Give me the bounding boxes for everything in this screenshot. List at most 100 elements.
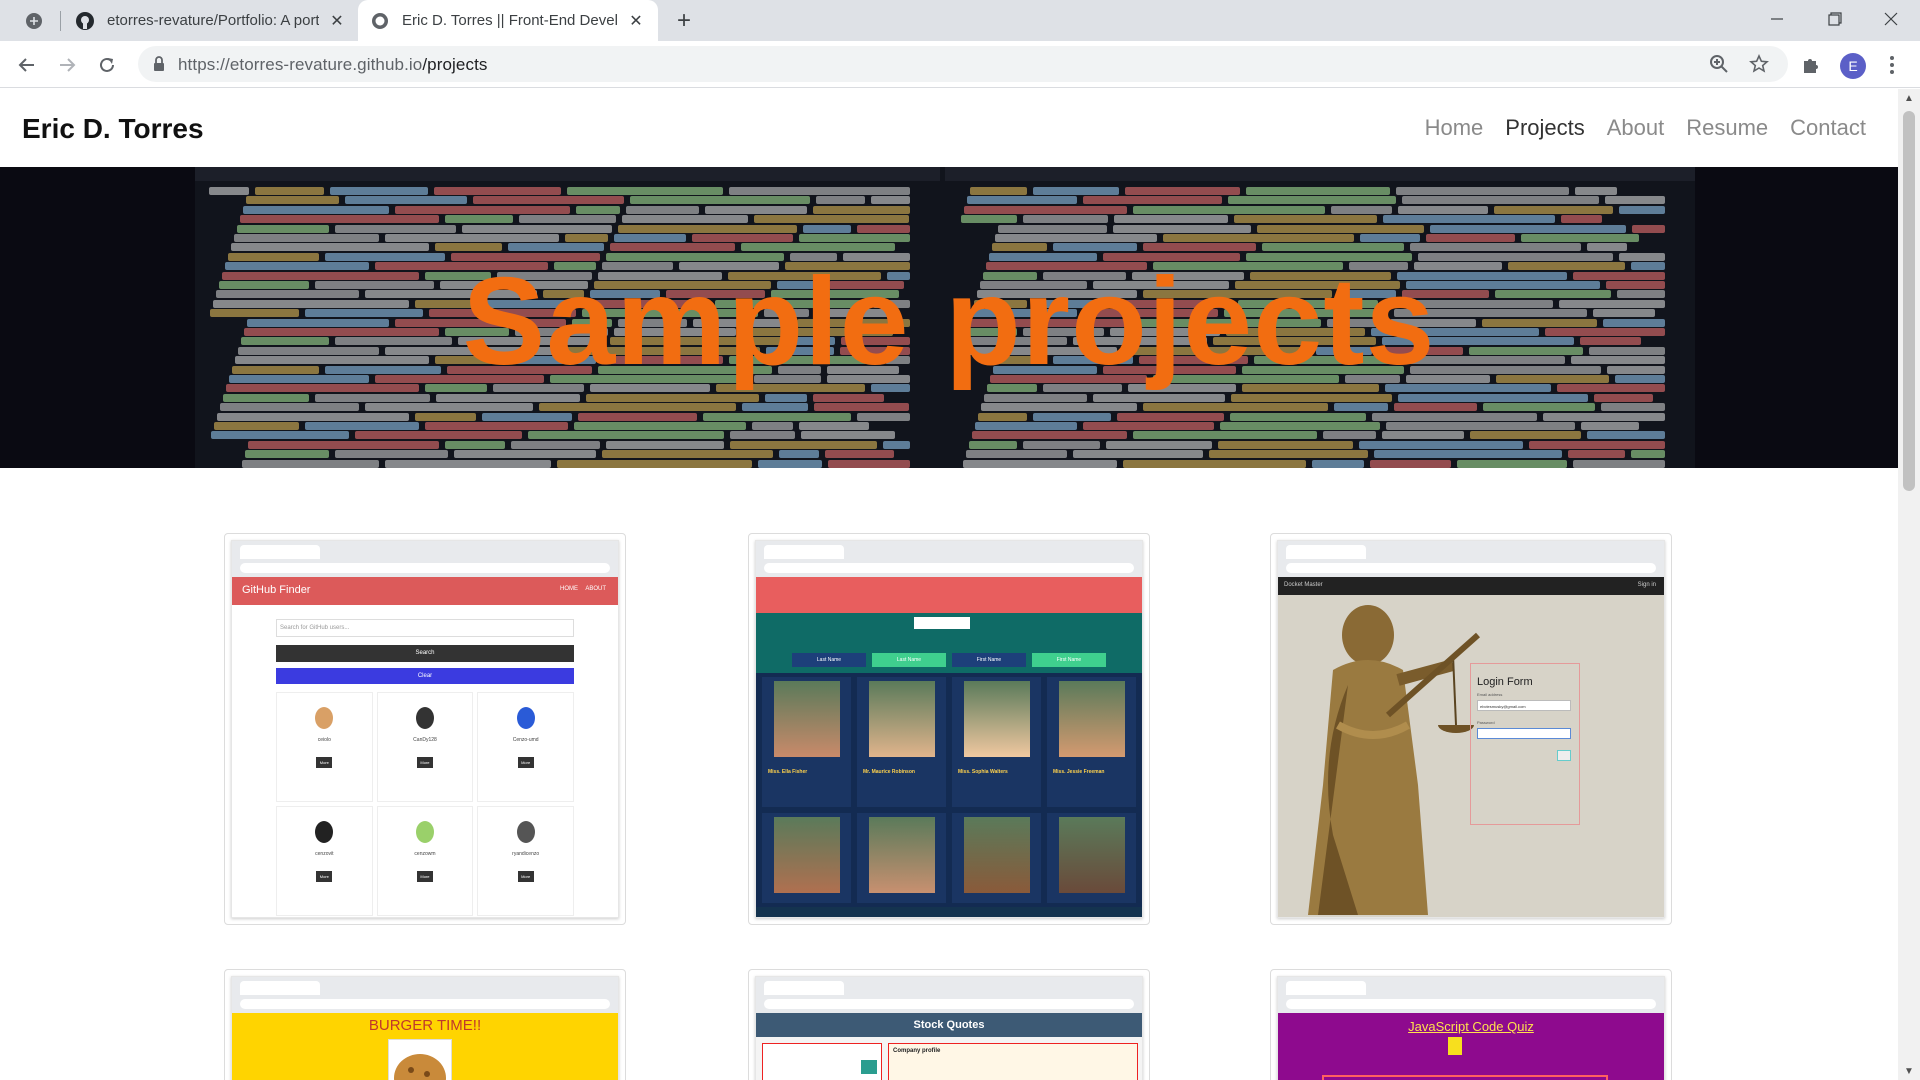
code-line <box>242 459 379 468</box>
scroll-up-arrow-icon[interactable]: ▲ <box>1898 89 1920 107</box>
code-line <box>978 412 1027 421</box>
code-line <box>1594 393 1653 402</box>
sort-button: First Name <box>1032 653 1106 667</box>
zoom-icon[interactable] <box>1708 53 1730 75</box>
sort-button: Last Name <box>792 653 866 667</box>
code-line <box>754 215 909 224</box>
close-icon[interactable]: ✕ <box>327 11 347 31</box>
profile-avatar[interactable]: E <box>1840 53 1866 79</box>
code-line <box>1230 412 1366 421</box>
code-line <box>1106 440 1212 449</box>
code-line <box>330 187 428 195</box>
code-line <box>705 205 807 214</box>
scrollbar-thumb[interactable] <box>1903 111 1915 491</box>
window-close-icon[interactable] <box>1862 0 1920 38</box>
code-line <box>1023 440 1100 449</box>
tab-search-icon[interactable] <box>19 8 49 34</box>
tab-separator <box>60 11 61 31</box>
lady-justice-statue-image <box>1308 605 1480 915</box>
finder-user-card: ryandicenzo More <box>477 806 574 916</box>
code-line <box>964 205 1127 214</box>
close-icon[interactable]: ✕ <box>626 11 646 31</box>
project-card-stock-quotes[interactable]: Stock Quotes Company profile <box>748 969 1150 1080</box>
person-card: Miss. Jessie Freeman <box>1047 677 1136 807</box>
browser-tabstrip: etorres-revature/Portfolio: A port ✕ Eri… <box>0 0 1920 41</box>
code-line <box>1601 403 1665 412</box>
site-brand[interactable]: Eric D. Torres <box>22 113 204 145</box>
code-line <box>1396 187 1569 195</box>
code-line <box>1073 450 1203 459</box>
restore-icon[interactable] <box>1806 0 1864 38</box>
code-line <box>1334 403 1388 412</box>
nav-contact[interactable]: Contact <box>1790 115 1866 141</box>
code-line <box>814 403 909 412</box>
user-more-button: More <box>316 871 333 882</box>
project-card-github-finder[interactable]: GitHub Finder HOME ABOUT Search for GitH… <box>224 533 626 925</box>
extensions-puzzle-icon[interactable] <box>1798 52 1824 78</box>
mini-browser-chrome <box>1278 541 1664 577</box>
project-thumbnail: GitHub Finder HOME ABOUT Search for GitH… <box>231 540 619 918</box>
nav-resume[interactable]: Resume <box>1686 115 1768 141</box>
project-thumbnail: JavaScript Code Quiz <box>1277 976 1665 1080</box>
login-email-label: Email address <box>1477 692 1503 697</box>
code-line <box>539 403 736 412</box>
new-tab-plus-icon[interactable]: + <box>670 7 698 34</box>
globe-icon <box>370 11 390 31</box>
minimize-icon[interactable] <box>1748 0 1806 38</box>
person-name: Miss. Jessie Freeman <box>1053 769 1105 775</box>
user-avatar <box>315 707 334 729</box>
code-line <box>365 403 533 412</box>
code-line <box>335 450 448 459</box>
code-line <box>1457 459 1567 468</box>
hero-title: Sample projects <box>462 253 1436 391</box>
browser-tab-github[interactable]: etorres-revature/Portfolio: A port ✕ <box>63 0 359 41</box>
code-line <box>1125 187 1240 195</box>
finder-user-card: cenzovit More <box>276 806 373 916</box>
nav-home[interactable]: Home <box>1425 115 1484 141</box>
scroll-down-arrow-icon[interactable]: ▼ <box>1898 1062 1920 1080</box>
sort-button: Last Name <box>872 653 946 667</box>
code-line <box>1430 224 1626 233</box>
lock-icon[interactable] <box>152 56 166 77</box>
project-card-burger[interactable]: BURGER TIME!! <box>224 969 626 1080</box>
code-line <box>752 422 793 430</box>
code-line <box>857 412 910 421</box>
project-card-login-form[interactable]: Docket Master Sign in Login Form Email a… <box>1270 533 1672 925</box>
finder-nav-home: HOME <box>560 586 578 592</box>
code-line <box>454 450 596 459</box>
forward-arrow-icon[interactable] <box>52 50 82 80</box>
finder-user-card: Cenzo-umd More <box>477 692 574 802</box>
nav-about[interactable]: About <box>1607 115 1665 141</box>
code-line <box>425 422 568 430</box>
code-line <box>1033 412 1111 421</box>
browser-tab-portfolio[interactable]: Eric D. Torres || Front-End Develo ✕ <box>358 0 658 41</box>
project-thumbnail: Last Name Last Name First Name First Name M… <box>755 540 1143 918</box>
user-more-button: More <box>517 757 534 768</box>
site-navbar: Eric D. Torres Home Projects About Resum… <box>0 89 1898 167</box>
burger-image-frame <box>388 1039 452 1080</box>
project-card-employee-directory[interactable]: Last Name Last Name First Name First Name M… <box>748 533 1150 925</box>
code-line <box>1228 196 1396 205</box>
code-line <box>211 431 349 440</box>
editor-breadcrumb <box>945 167 1695 181</box>
address-bar[interactable]: https://etorres-revature.github.io/proje… <box>138 46 1788 82</box>
login-email-input: ebctesmusky@gmail.com <box>1477 700 1571 711</box>
mini-browser-chrome <box>232 977 618 1013</box>
person-photo <box>773 681 840 757</box>
code-line <box>1581 422 1639 430</box>
url-text[interactable]: https://etorres-revature.github.io/proje… <box>178 55 488 75</box>
nav-projects[interactable]: Projects <box>1505 115 1584 141</box>
tab-title: Eric D. Torres || Front-End Develo <box>402 12 618 29</box>
page-scrollbar[interactable]: ▲ ▼ <box>1898 89 1920 1080</box>
kebab-menu-icon[interactable] <box>1879 52 1905 78</box>
project-card-code-quiz[interactable]: JavaScript Code Quiz <box>1270 969 1672 1080</box>
reload-icon[interactable] <box>92 50 122 80</box>
bookmark-star-icon[interactable] <box>1748 53 1770 75</box>
code-line <box>482 412 572 421</box>
code-line <box>963 459 1117 468</box>
code-line <box>1372 412 1537 421</box>
code-line <box>217 412 409 421</box>
person-photo <box>1058 681 1125 757</box>
back-arrow-icon[interactable] <box>12 50 42 80</box>
code-line <box>871 196 910 205</box>
